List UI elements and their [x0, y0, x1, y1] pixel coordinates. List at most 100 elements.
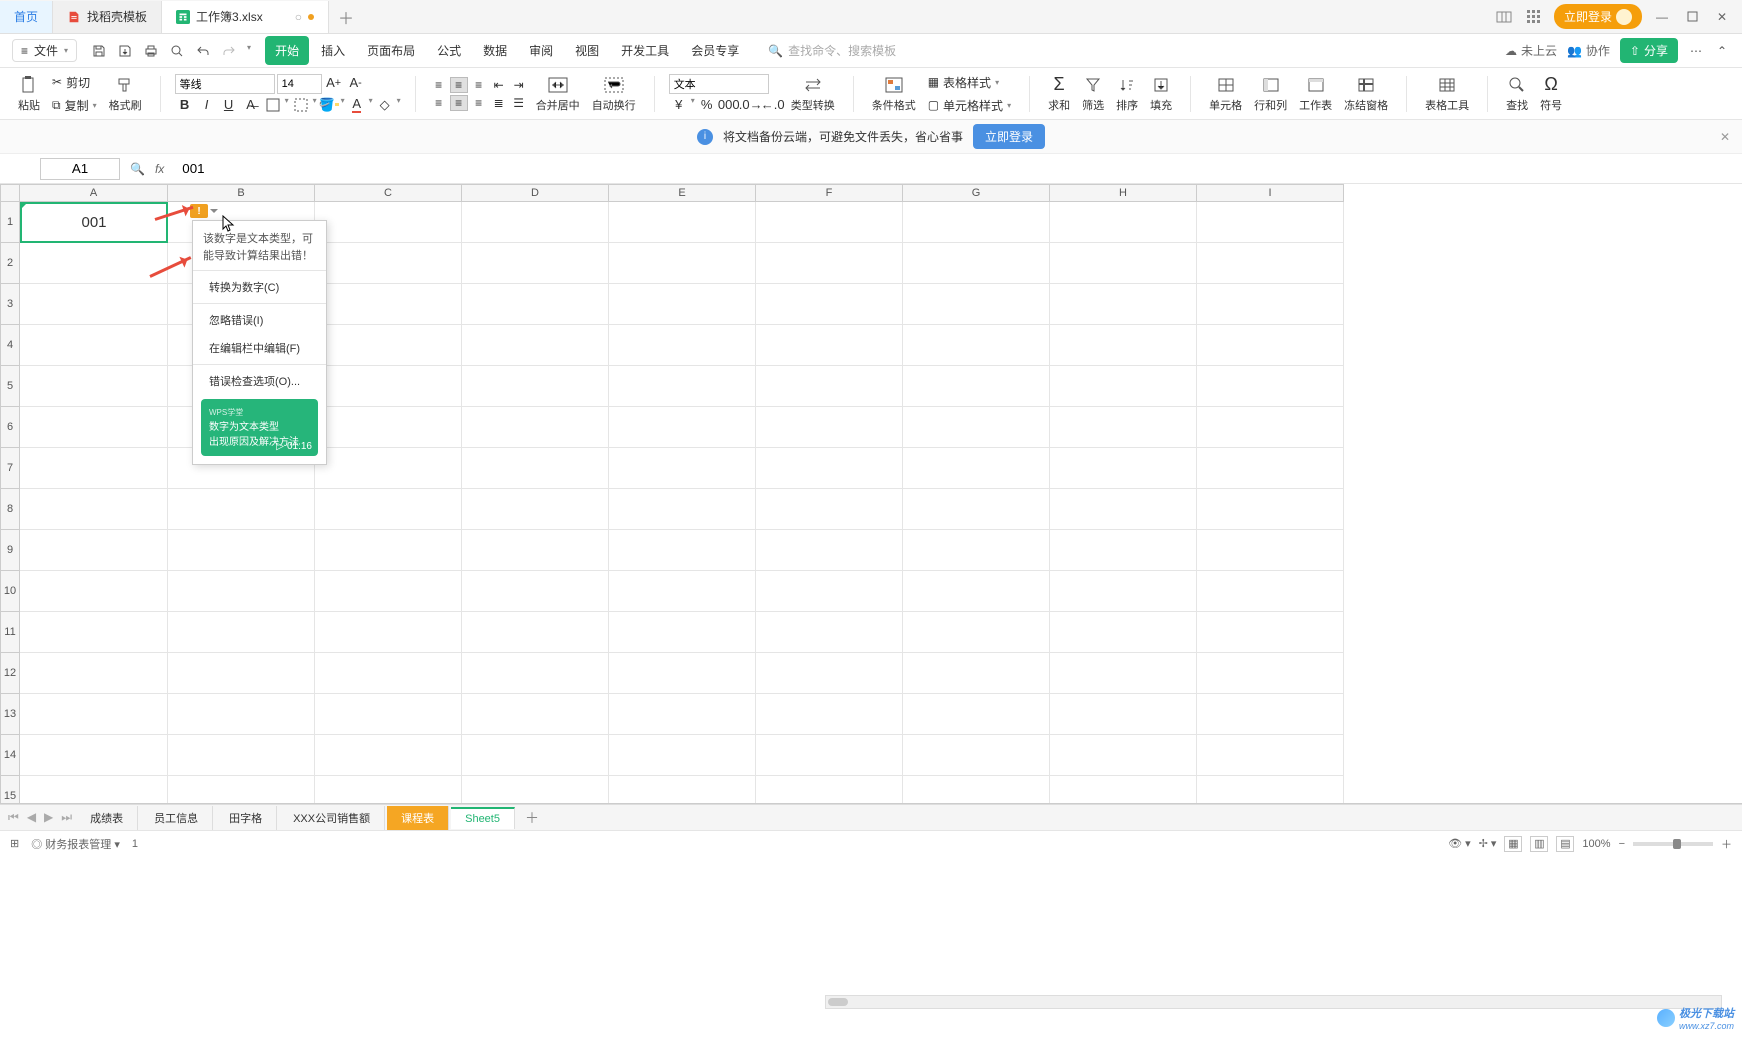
distribute-icon[interactable]: ☰ [510, 95, 528, 111]
worksheet-button[interactable]: 工作表 [1295, 73, 1336, 115]
sheet-tab-5[interactable]: Sheet5 [451, 807, 515, 829]
decimal-dec-icon[interactable]: ←.0 [763, 96, 783, 114]
row-header-6[interactable]: 6 [0, 407, 20, 448]
cell-G13[interactable] [903, 694, 1050, 735]
cell-D6[interactable] [462, 407, 609, 448]
cell-C15[interactable] [315, 776, 462, 804]
cell-E3[interactable] [609, 284, 756, 325]
zoom-slider[interactable] [1633, 842, 1713, 846]
col-header-d[interactable]: D [462, 184, 609, 202]
menu-member[interactable]: 会员专享 [681, 36, 749, 65]
row-header-12[interactable]: 12 [0, 653, 20, 694]
cell-F14[interactable] [756, 735, 903, 776]
cell-H11[interactable] [1050, 612, 1197, 653]
cell-G5[interactable] [903, 366, 1050, 407]
view-normal-icon[interactable]: ▦ [1504, 836, 1522, 852]
cell-G15[interactable] [903, 776, 1050, 804]
row-header-8[interactable]: 8 [0, 489, 20, 530]
save-as-icon[interactable] [117, 43, 133, 59]
cell-B9[interactable] [168, 530, 315, 571]
cloud-button[interactable]: ☁ 未上云 [1505, 42, 1557, 59]
cell-style-button[interactable]: ▢单元格样式▾ [924, 95, 1015, 116]
type-convert-button[interactable]: 类型转换 [787, 73, 839, 115]
menu-dev[interactable]: 开发工具 [611, 36, 679, 65]
popup-video-card[interactable]: WPS学堂 数字为文本类型 出现原因及解决方法 ▷01:16 [201, 399, 318, 456]
view-page-icon[interactable]: ▥ [1530, 836, 1548, 852]
cell-I14[interactable] [1197, 735, 1344, 776]
cell-H6[interactable] [1050, 407, 1197, 448]
cell-A6[interactable] [20, 407, 168, 448]
cell-art-button[interactable] [291, 96, 311, 114]
cell-B8[interactable] [168, 489, 315, 530]
cell-G9[interactable] [903, 530, 1050, 571]
col-header-h[interactable]: H [1050, 184, 1197, 202]
row-header-7[interactable]: 7 [0, 448, 20, 489]
cell-D10[interactable] [462, 571, 609, 612]
cell-A14[interactable] [20, 735, 168, 776]
expand-icon[interactable]: 🔍 [130, 162, 145, 176]
cell-C14[interactable] [315, 735, 462, 776]
cell-A15[interactable] [20, 776, 168, 804]
row-header-3[interactable]: 3 [0, 284, 20, 325]
cell-E8[interactable] [609, 489, 756, 530]
table-tools-button[interactable]: 表格工具 [1421, 73, 1473, 115]
share-button[interactable]: ⇧ 分享 [1620, 38, 1678, 63]
cell-A3[interactable] [20, 284, 168, 325]
menu-view[interactable]: 视图 [565, 36, 609, 65]
cell-B14[interactable] [168, 735, 315, 776]
cell-E12[interactable] [609, 653, 756, 694]
cell-F3[interactable] [756, 284, 903, 325]
cell-A7[interactable] [20, 448, 168, 489]
cell-E15[interactable] [609, 776, 756, 804]
cell-E4[interactable] [609, 325, 756, 366]
print-icon[interactable] [143, 43, 159, 59]
cell-C6[interactable] [315, 407, 462, 448]
row-header-13[interactable]: 13 [0, 694, 20, 735]
cell-D15[interactable] [462, 776, 609, 804]
cell-D5[interactable] [462, 366, 609, 407]
percent-icon[interactable]: % [697, 96, 717, 114]
col-header-e[interactable]: E [609, 184, 756, 202]
file-menu[interactable]: ≡ 文件 ▾ [12, 39, 77, 62]
cell-G4[interactable] [903, 325, 1050, 366]
paste-button[interactable]: 粘贴 [14, 73, 44, 115]
table-style-button[interactable]: ▦表格样式▾ [924, 72, 1015, 93]
cell-G10[interactable] [903, 571, 1050, 612]
sheet-add-button[interactable]: ＋ [517, 808, 547, 828]
cell-F6[interactable] [756, 407, 903, 448]
underline-button[interactable]: U [219, 96, 239, 114]
menu-data[interactable]: 数据 [473, 36, 517, 65]
cell-I5[interactable] [1197, 366, 1344, 407]
command-search[interactable]: 🔍 查找命令、搜索模板 [768, 42, 896, 59]
settings-icon[interactable]: ⋯ [1688, 43, 1704, 59]
cell-H3[interactable] [1050, 284, 1197, 325]
cell-G14[interactable] [903, 735, 1050, 776]
cell-F11[interactable] [756, 612, 903, 653]
cell-D2[interactable] [462, 243, 609, 284]
zoom-out-button[interactable]: − [1619, 838, 1625, 850]
eye-icon[interactable]: 👁 ▾ [1448, 837, 1471, 850]
cell-H14[interactable] [1050, 735, 1197, 776]
notify-login-button[interactable]: 立即登录 [973, 124, 1045, 149]
popup-error-options[interactable]: 错误检查选项(O)... [193, 367, 326, 395]
redo-icon[interactable] [221, 43, 237, 59]
row-header-10[interactable]: 10 [0, 571, 20, 612]
cell-E1[interactable] [609, 202, 756, 243]
font-select[interactable] [175, 74, 275, 94]
cell-G12[interactable] [903, 653, 1050, 694]
cell-I2[interactable] [1197, 243, 1344, 284]
cell-I15[interactable] [1197, 776, 1344, 804]
cell-C11[interactable] [315, 612, 462, 653]
cut-button[interactable]: ✂剪切 [48, 72, 101, 93]
cell-I7[interactable] [1197, 448, 1344, 489]
row-header-11[interactable]: 11 [0, 612, 20, 653]
ocr-icon[interactable] [1494, 7, 1514, 27]
tab-close-icon[interactable]: ○ [295, 10, 302, 24]
cell-I4[interactable] [1197, 325, 1344, 366]
cell-H7[interactable] [1050, 448, 1197, 489]
comma-icon[interactable]: 000 [719, 96, 739, 114]
cell-I3[interactable] [1197, 284, 1344, 325]
horizontal-scrollbar[interactable] [825, 995, 1722, 1009]
focus-icon[interactable]: ✢ ▾ [1479, 837, 1497, 850]
cell-button[interactable]: 单元格 [1205, 73, 1246, 115]
